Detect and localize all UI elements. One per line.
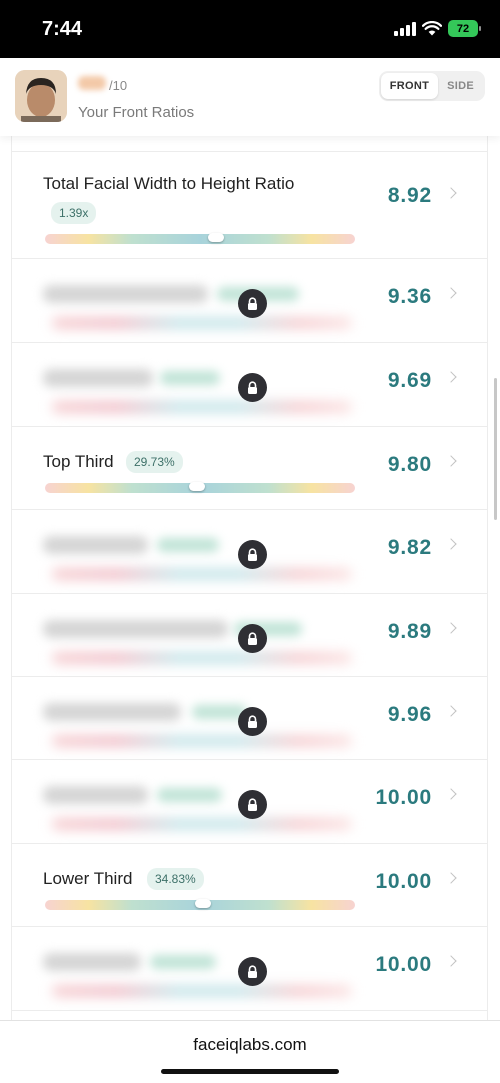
score-denominator: /10 (109, 78, 128, 93)
lock-icon[interactable] (238, 540, 267, 569)
ratio-label: Lower Third (43, 869, 133, 888)
ratio-row[interactable]: Lower Third 34.83% 10.00 (12, 843, 487, 927)
chevron-right-icon (445, 788, 457, 800)
ratio-badge-blurred (150, 955, 216, 969)
battery-level: 72 (456, 22, 470, 35)
ratio-range-bar-blurred (52, 818, 352, 830)
ratio-score: 10.00 (375, 786, 432, 809)
ratio-row[interactable]: Top Third 29.73% 9.80 (12, 426, 487, 510)
ratio-label: Total Facial Width to Height Ratio (43, 174, 295, 193)
lock-icon[interactable] (238, 624, 267, 653)
ratio-badge: 34.83% (147, 868, 204, 890)
ratio-marker (195, 899, 211, 908)
ratio-score: 9.96 (387, 703, 432, 726)
tab-front[interactable]: FRONT (380, 73, 439, 99)
ratio-label-blurred (43, 369, 153, 387)
ratio-list: Total Facial Width to Height Ratio 1.39x… (11, 136, 488, 1036)
ratio-label: Top Third (43, 452, 114, 471)
ratios-header: /10 Your Front Ratios FRONT SIDE (0, 58, 500, 136)
ratio-range-bar-blurred (52, 317, 352, 329)
ratio-range-bar-blurred (52, 735, 352, 747)
ratio-row-locked[interactable]: 10.00 (12, 759, 487, 843)
ratio-range-bar-blurred (52, 568, 352, 580)
home-indicator[interactable] (161, 1069, 339, 1074)
profile-photo (15, 70, 67, 122)
scrollbar[interactable] (494, 378, 497, 520)
ratio-range-bar (45, 899, 355, 910)
ratio-score: 10.00 (375, 953, 432, 976)
avatar[interactable] (15, 70, 67, 122)
ratio-range-bar-blurred (52, 985, 352, 997)
status-time: 7:44 (42, 18, 83, 40)
ratio-badge: 29.73% (126, 451, 183, 473)
ratio-row-locked[interactable]: 10.00 (12, 926, 487, 1010)
ratio-score: 9.69 (387, 369, 432, 392)
ratio-score: 9.36 (387, 285, 432, 308)
ratio-score: 9.82 (387, 536, 432, 559)
ratio-label-blurred (43, 536, 148, 554)
browser-url-bar[interactable]: faceiqlabs.com (0, 1020, 500, 1083)
ratio-badge-blurred (157, 538, 219, 552)
chevron-right-icon (445, 538, 457, 550)
lock-icon[interactable] (238, 707, 267, 736)
chevron-right-icon (445, 371, 457, 383)
ratio-marker (189, 482, 205, 491)
lock-icon[interactable] (238, 289, 267, 318)
ratio-range-bar-blurred (52, 401, 352, 413)
score-value-blurred (78, 76, 106, 90)
ratio-row-locked[interactable]: 9.69 (12, 342, 487, 426)
ratio-row-locked[interactable]: 9.36 (12, 258, 487, 342)
chevron-right-icon (445, 187, 457, 199)
status-icons: 72 (394, 20, 481, 37)
chevron-right-icon (445, 955, 457, 967)
tab-side[interactable]: SIDE (438, 73, 483, 99)
ratio-row-locked[interactable]: 9.82 (12, 509, 487, 593)
ratio-range-bar-blurred (52, 652, 352, 664)
ratio-label-blurred (43, 786, 148, 804)
ratio-label-blurred (43, 953, 141, 971)
status-bar: 7:44 72 (0, 0, 500, 58)
lock-icon[interactable] (238, 373, 267, 402)
chevron-right-icon (445, 287, 457, 299)
ratio-range-bar (45, 233, 355, 244)
chevron-right-icon (445, 872, 457, 884)
ratio-score: 10.00 (375, 870, 432, 893)
ratio-score: 8.92 (387, 184, 432, 207)
ratio-label-blurred (43, 285, 208, 303)
url-text[interactable]: faceiqlabs.com (0, 1035, 500, 1055)
ratio-range-bar (45, 482, 355, 493)
cellular-signal-icon (394, 21, 416, 36)
battery-icon: 72 (448, 20, 481, 37)
ratio-score: 9.89 (387, 620, 432, 643)
ratio-marker (208, 233, 224, 242)
wifi-icon (422, 21, 442, 36)
lock-icon[interactable] (238, 790, 267, 819)
lock-icon[interactable] (238, 957, 267, 986)
ratio-row[interactable]: Total Facial Width to Height Ratio 1.39x… (12, 151, 487, 244)
ratio-row-locked[interactable]: 9.89 (12, 593, 487, 677)
ratio-score: 9.80 (387, 453, 432, 476)
ratio-badge-blurred (160, 371, 220, 385)
ratio-row-locked[interactable]: 9.96 (12, 676, 487, 760)
ratio-label-blurred (43, 703, 181, 721)
page-subtitle: Your Front Ratios (78, 104, 195, 121)
ratio-badge: 1.39x (51, 202, 97, 224)
chevron-right-icon (445, 622, 457, 634)
view-toggle: FRONT SIDE (378, 71, 485, 101)
ratio-label-blurred (43, 620, 228, 638)
ratio-badge-blurred (157, 788, 222, 802)
chevron-right-icon (445, 455, 457, 467)
chevron-right-icon (445, 705, 457, 717)
